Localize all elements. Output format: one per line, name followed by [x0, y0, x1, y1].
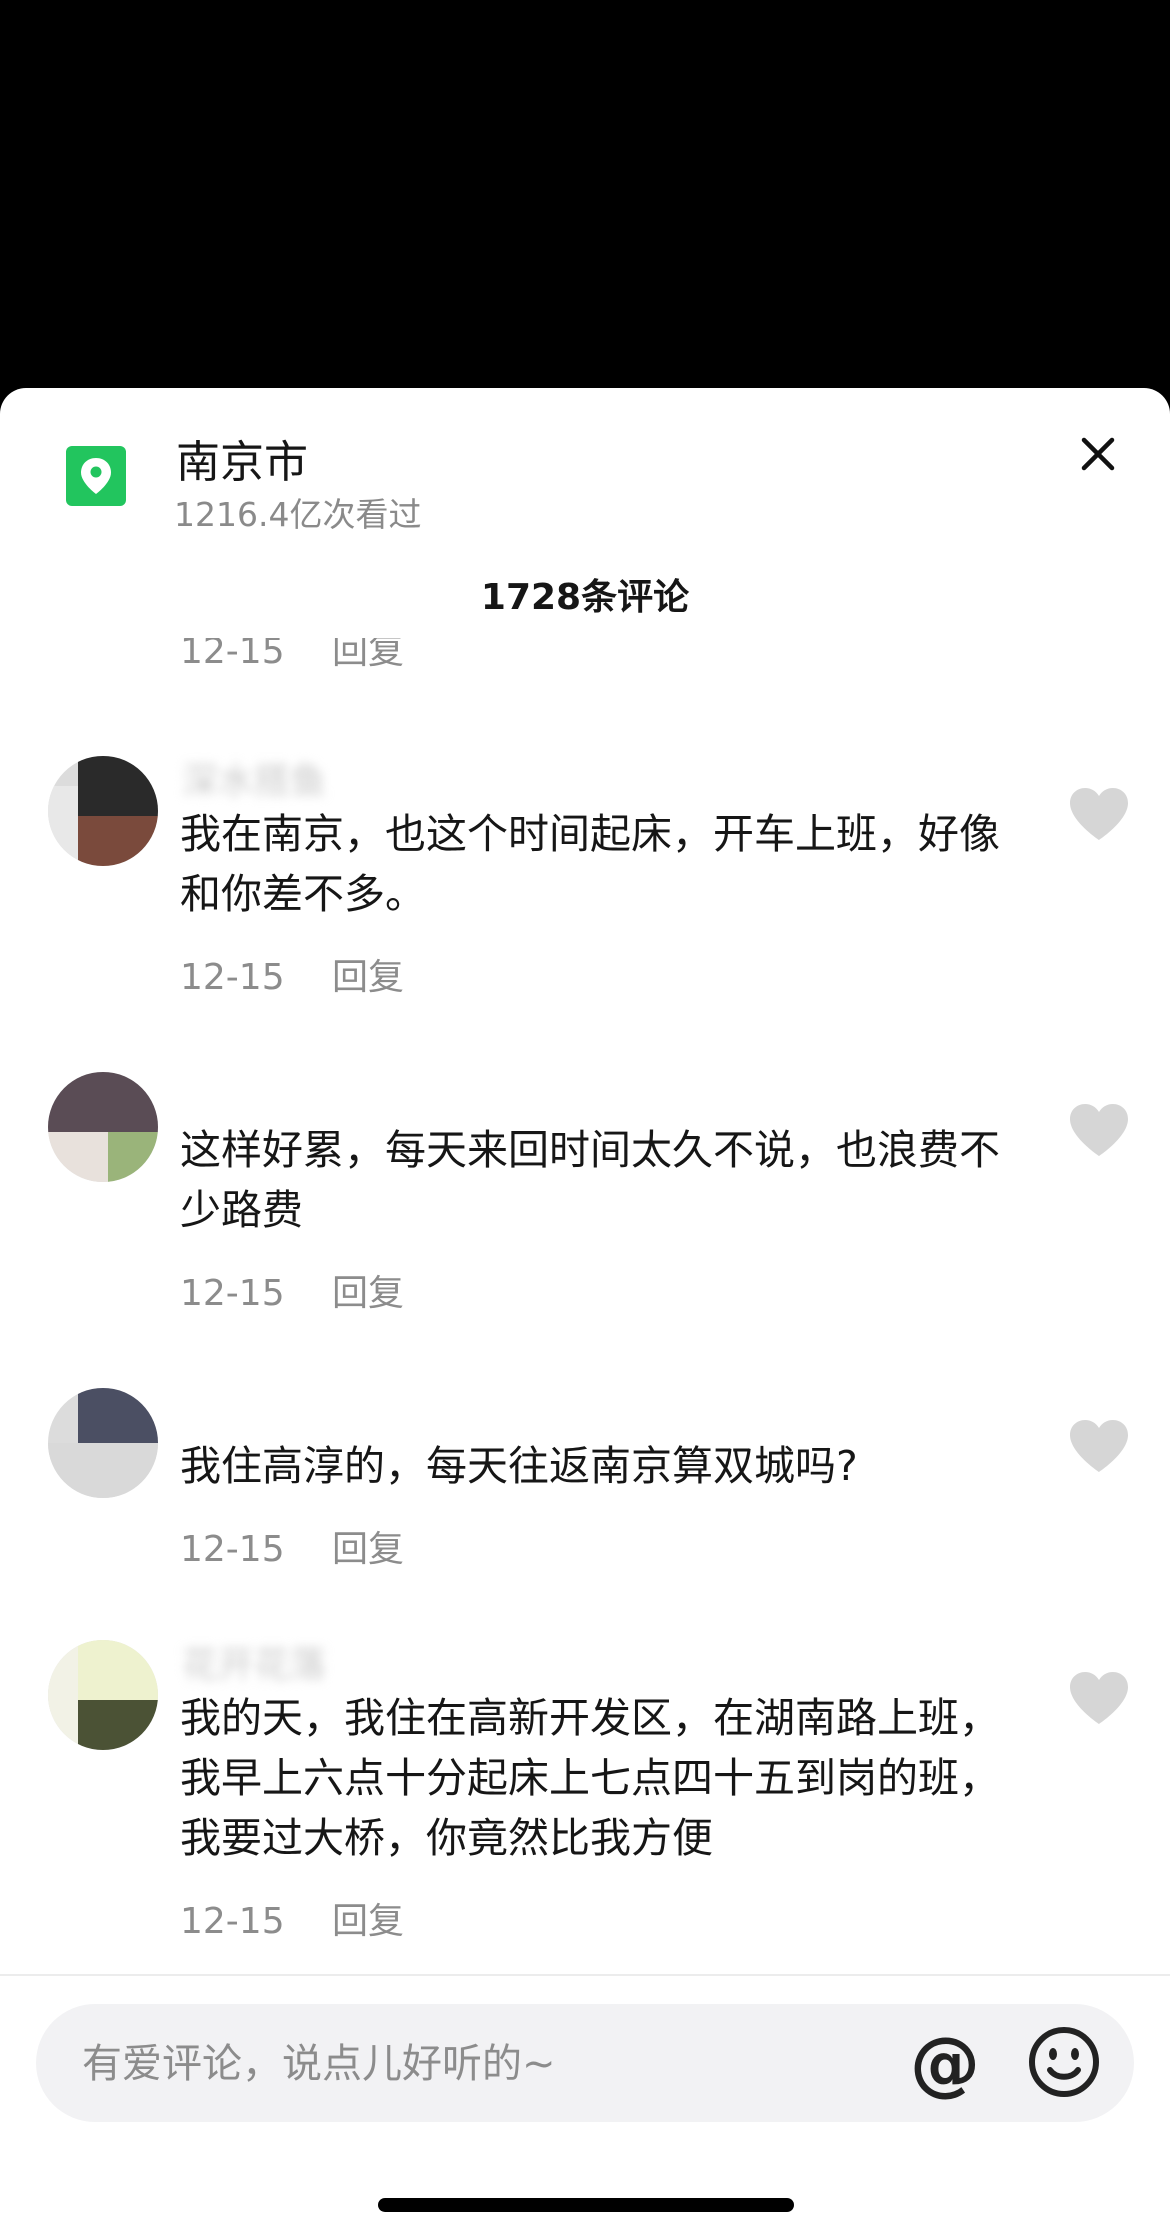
- location-views: 1216.4亿次看过: [174, 495, 422, 534]
- reply-button[interactable]: 回复: [332, 1273, 404, 1314]
- avatar[interactable]: [48, 1072, 158, 1182]
- comment-username[interactable]: 花开花落: [182, 1636, 326, 1688]
- heart-icon: [1070, 1104, 1128, 1156]
- like-button[interactable]: [1068, 1670, 1130, 1726]
- emoji-button[interactable]: [1026, 2024, 1102, 2100]
- comment-meta: 12-15 回复: [180, 1892, 404, 1944]
- comment-date: 12-15: [180, 957, 285, 998]
- comment-text: 我在南京，也这个时间起床，开车上班，好像和你差不多。: [180, 810, 1000, 918]
- comment-date: 12-15: [180, 1529, 285, 1570]
- comment-list[interactable]: 12-15 回复 深水搭鱼 我在南京，也这个时间起床，开车上班，好像和你差不多。 …: [0, 638, 1170, 1964]
- comment-text: 我住高淳的，每天往返南京算双城吗?: [180, 1442, 858, 1490]
- location-name[interactable]: 南京市: [176, 426, 308, 490]
- avatar[interactable]: [48, 756, 158, 866]
- like-button[interactable]: [1068, 1102, 1130, 1158]
- heart-icon: [1070, 1420, 1128, 1472]
- at-icon: @: [910, 2022, 980, 2104]
- home-indicator: [378, 2198, 794, 2212]
- close-button[interactable]: [1072, 428, 1124, 480]
- reply-button[interactable]: 回复: [332, 957, 404, 998]
- heart-icon: [1070, 1672, 1128, 1724]
- comment-meta: 12-15 回复: [180, 948, 404, 1000]
- comment-meta: 12-15 回复: [180, 1520, 404, 1572]
- comment-date: 12-15: [180, 1901, 285, 1942]
- comment-input-bar: @: [36, 2004, 1134, 2122]
- reply-button[interactable]: 回复: [332, 1901, 404, 1942]
- close-icon: [1081, 437, 1115, 471]
- comment-meta-cut: 12-15 回复: [180, 638, 404, 674]
- comment-date: 12-15: [180, 1273, 285, 1314]
- heart-icon: [1070, 788, 1128, 840]
- comment-text: 我的天，我住在高新开发区，在湖南路上班，我早上六点十分起床上七点四十五到岗的班，…: [180, 1694, 1000, 1862]
- avatar[interactable]: [48, 1640, 158, 1750]
- input-divider: [0, 1974, 1170, 1976]
- comment-meta: 12-15 回复: [180, 1264, 404, 1316]
- comment-input[interactable]: [80, 2028, 884, 2100]
- reply-button[interactable]: 回复: [332, 638, 404, 672]
- like-button[interactable]: [1068, 1418, 1130, 1474]
- comment-count: 1728条评论: [480, 577, 690, 618]
- avatar[interactable]: [48, 1388, 158, 1498]
- comment-username[interactable]: 深水搭鱼: [182, 752, 326, 804]
- comment-sheet: 南京市 1216.4亿次看过 1728条评论 12-15 回复 深水搭鱼 我在南京…: [0, 388, 1170, 2240]
- reply-button[interactable]: 回复: [332, 1529, 404, 1570]
- mention-button[interactable]: @: [906, 2024, 984, 2102]
- comment-text: 这样好累，每天来回时间太久不说，也浪费不少路费: [180, 1126, 1000, 1234]
- location-pin-icon: [66, 446, 126, 506]
- comment-date: 12-15: [180, 638, 285, 672]
- like-button[interactable]: [1068, 786, 1130, 842]
- smiley-icon: [1029, 2027, 1099, 2097]
